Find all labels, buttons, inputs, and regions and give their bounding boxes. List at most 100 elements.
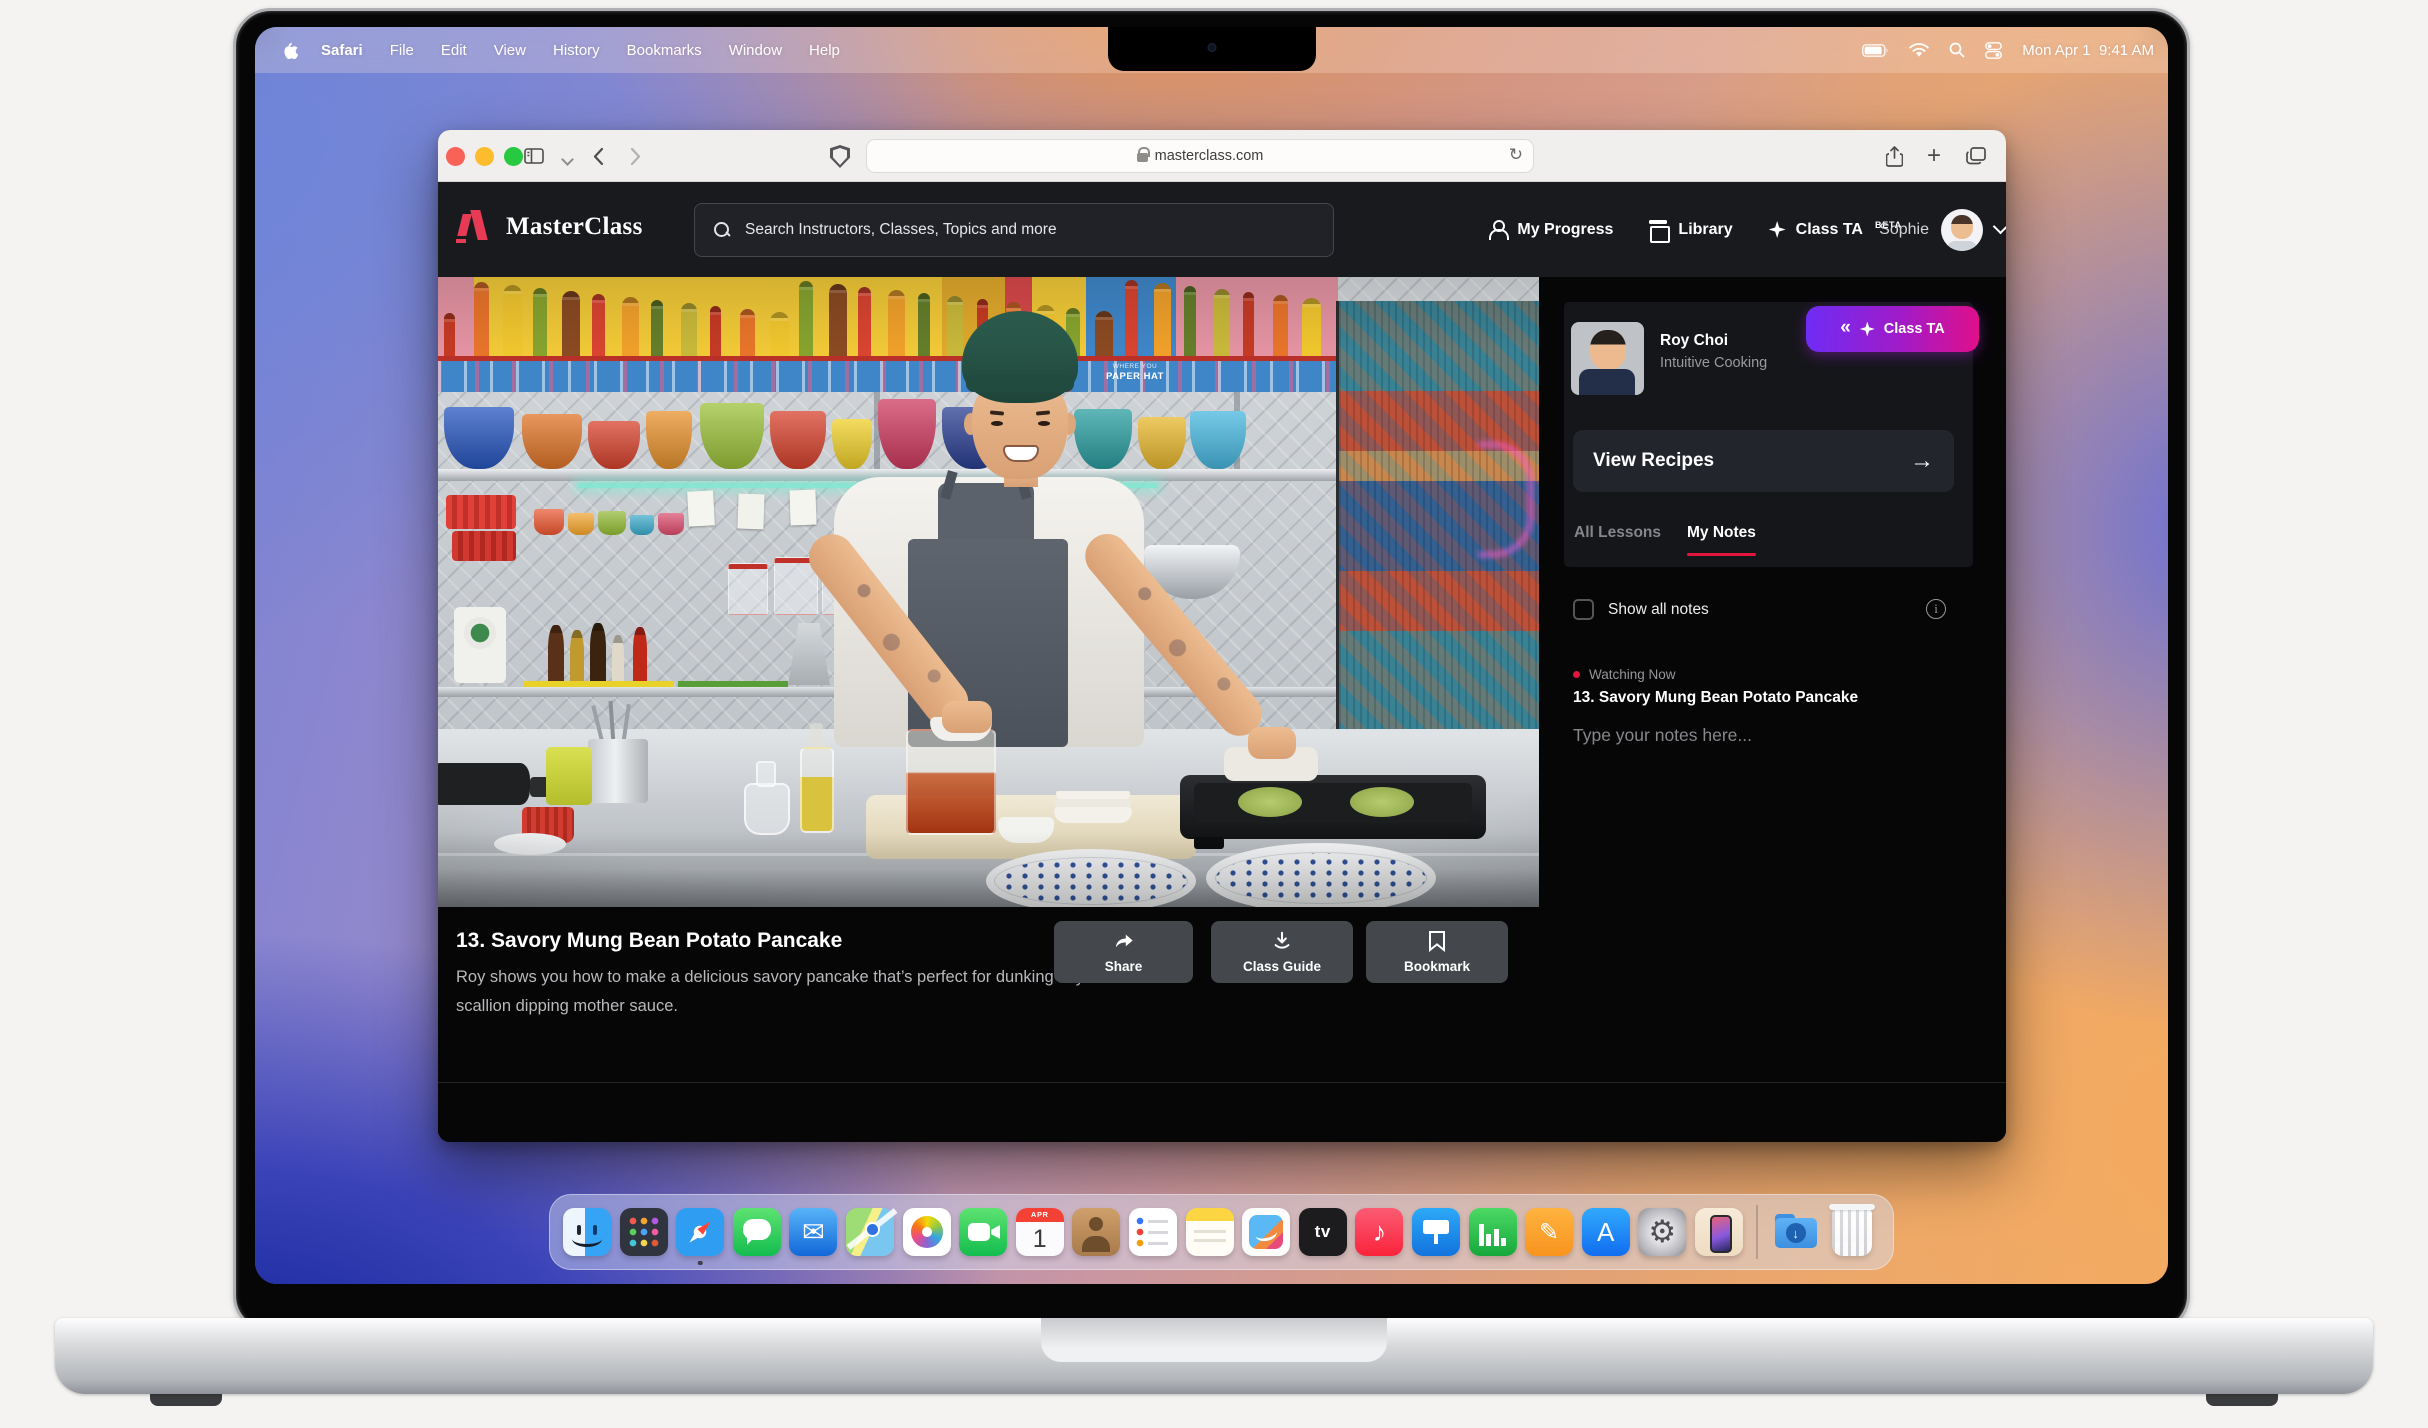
tab-my-notes[interactable]: My Notes (1687, 524, 1756, 556)
account-menu[interactable]: Sophie (1879, 182, 2006, 277)
instructor-course: Intuitive Cooking (1660, 355, 1767, 371)
macbook-base (55, 1318, 2373, 1394)
sidebar-icon[interactable] (520, 142, 548, 170)
dock-safari[interactable] (676, 1208, 724, 1256)
dock-maps[interactable] (846, 1208, 894, 1256)
forward-icon[interactable] (622, 142, 650, 170)
close-button[interactable] (446, 147, 465, 166)
person-icon (1488, 220, 1507, 239)
masterclass-logo[interactable]: MasterClass (458, 210, 643, 244)
menu-edit[interactable]: Edit (441, 42, 467, 59)
macos-desktop: Safari File Edit View History Bookmarks Window… (255, 27, 2168, 1284)
dock: ✉ APR1 tv♪ ✎A⚙ ↓ (549, 1194, 1894, 1270)
dock-music[interactable]: ♪ (1355, 1208, 1403, 1256)
laptop-marketing-scene: Safari File Edit View History Bookmarks Window… (0, 0, 2428, 1428)
search-input[interactable]: Search Instructors, Classes, Topics and … (694, 203, 1334, 257)
dock-finder[interactable] (563, 1208, 611, 1256)
sidebar-chevron-icon[interactable] (553, 147, 581, 175)
arrow-right-icon: → (1910, 447, 1934, 475)
panel-tabs: All Lessons My Notes (1574, 524, 1756, 556)
class-ta-panel: Roy Choi Intuitive Cooking « Class TA Vi… (1539, 277, 2006, 1142)
dock-trash[interactable] (1832, 1208, 1872, 1256)
action-label: Share (1054, 959, 1193, 974)
new-tab-icon[interactable]: + (1920, 142, 1948, 170)
show-all-notes-checkbox[interactable] (1573, 599, 1594, 620)
dock-iphone-mirroring[interactable] (1695, 1208, 1743, 1256)
chevron-down-icon[interactable] (1993, 219, 2006, 235)
tab-overview-icon[interactable] (1962, 142, 1990, 170)
instructor-name: Roy Choi (1660, 332, 1728, 350)
class-ta-label: Class TA (1884, 321, 1945, 337)
download-arrow-icon: ↓ (1786, 1223, 1806, 1243)
download-icon (1211, 930, 1353, 952)
minimize-button[interactable] (475, 147, 494, 166)
action-bookmark[interactable]: Bookmark (1366, 921, 1508, 983)
dock-freeform[interactable] (1242, 1208, 1290, 1256)
show-all-notes-label: Show all notes (1608, 601, 1709, 619)
dock-appstore[interactable]: A (1582, 1208, 1630, 1256)
action-class-guide[interactable]: Class Guide (1211, 921, 1353, 983)
collapse-icon: « (1840, 317, 1851, 339)
notes-input[interactable]: Type your notes here... (1573, 725, 1953, 746)
library-icon (1649, 220, 1668, 239)
nav-library[interactable]: Library (1649, 220, 1732, 239)
back-icon[interactable] (584, 142, 612, 170)
nav-label: Class TA (1796, 221, 1863, 239)
address-bar[interactable]: masterclass.com ↻ (866, 139, 1534, 173)
battery-icon[interactable] (1862, 44, 1889, 57)
site-nav: My ProgressLibraryClass TABETA (1488, 182, 1902, 277)
dock-photos[interactable] (903, 1208, 951, 1256)
safari-window: masterclass.com ↻ + (438, 130, 2006, 1142)
lid-notch (1041, 1318, 1387, 1362)
current-lesson-title: 13. Savory Mung Bean Potato Pancake (1573, 689, 1858, 707)
menu-history[interactable]: History (553, 42, 600, 59)
control-center-icon[interactable] (1985, 42, 2002, 59)
wifi-icon[interactable] (1909, 43, 1929, 58)
menu-help[interactable]: Help (809, 42, 840, 59)
dock-launchpad[interactable] (620, 1208, 668, 1256)
url-text: masterclass.com (1155, 148, 1264, 164)
dock-mail[interactable]: ✉ (789, 1208, 837, 1256)
user-name: Sophie (1879, 221, 1929, 239)
calendar-day: 1 (1016, 1222, 1064, 1256)
search-icon (713, 221, 731, 239)
dock-pages[interactable]: ✎ (1525, 1208, 1573, 1256)
dock-appletv[interactable]: tv (1299, 1208, 1347, 1256)
info-icon[interactable]: i (1926, 599, 1946, 619)
menu-bookmarks[interactable]: Bookmarks (627, 42, 702, 59)
appstore-glyph: A (1582, 1208, 1630, 1256)
menu-window[interactable]: Window (729, 42, 782, 59)
apple-menu-icon[interactable] (283, 41, 299, 60)
avatar[interactable] (1941, 209, 1983, 251)
menu-view[interactable]: View (494, 42, 526, 59)
menu-bar-clock[interactable]: Mon Apr 1 9:41 AM (2022, 42, 2154, 59)
action-label: Bookmark (1366, 959, 1508, 974)
masterclass-mark-icon (458, 210, 494, 244)
dock-calendar[interactable]: APR1 (1016, 1208, 1064, 1256)
share-icon[interactable] (1880, 142, 1908, 170)
class-ta-button[interactable]: « Class TA (1806, 306, 1979, 352)
menu-file[interactable]: File (390, 42, 414, 59)
dock-numbers[interactable] (1469, 1208, 1517, 1256)
reload-icon[interactable]: ↻ (1509, 145, 1523, 165)
display-notch (1108, 27, 1316, 71)
tab-all-lessons[interactable]: All Lessons (1574, 524, 1661, 556)
page-content: WHERE YOU PAPER HAT Roy Choi Intuitive C… (438, 277, 2006, 1142)
dock-downloads[interactable]: ↓ (1772, 1208, 1820, 1256)
divider (438, 1082, 2006, 1083)
dock-messages[interactable] (733, 1208, 781, 1256)
view-recipes-button[interactable]: View Recipes → (1573, 430, 1954, 492)
dock-contacts[interactable] (1072, 1208, 1120, 1256)
dock-reminders[interactable] (1129, 1208, 1177, 1256)
action-share[interactable]: Share (1054, 921, 1193, 983)
search-icon[interactable] (1949, 42, 1965, 58)
search-placeholder: Search Instructors, Classes, Topics and … (745, 221, 1057, 239)
dock-settings[interactable]: ⚙ (1638, 1208, 1686, 1256)
dock-facetime[interactable] (959, 1208, 1007, 1256)
menu-safari[interactable]: Safari (321, 42, 363, 59)
privacy-shield-icon[interactable] (830, 145, 850, 168)
lesson-video-player[interactable]: WHERE YOU PAPER HAT (438, 277, 1539, 907)
dock-notes[interactable] (1186, 1208, 1234, 1256)
nav-my-progress[interactable]: My Progress (1488, 220, 1613, 239)
dock-keynote[interactable] (1412, 1208, 1460, 1256)
